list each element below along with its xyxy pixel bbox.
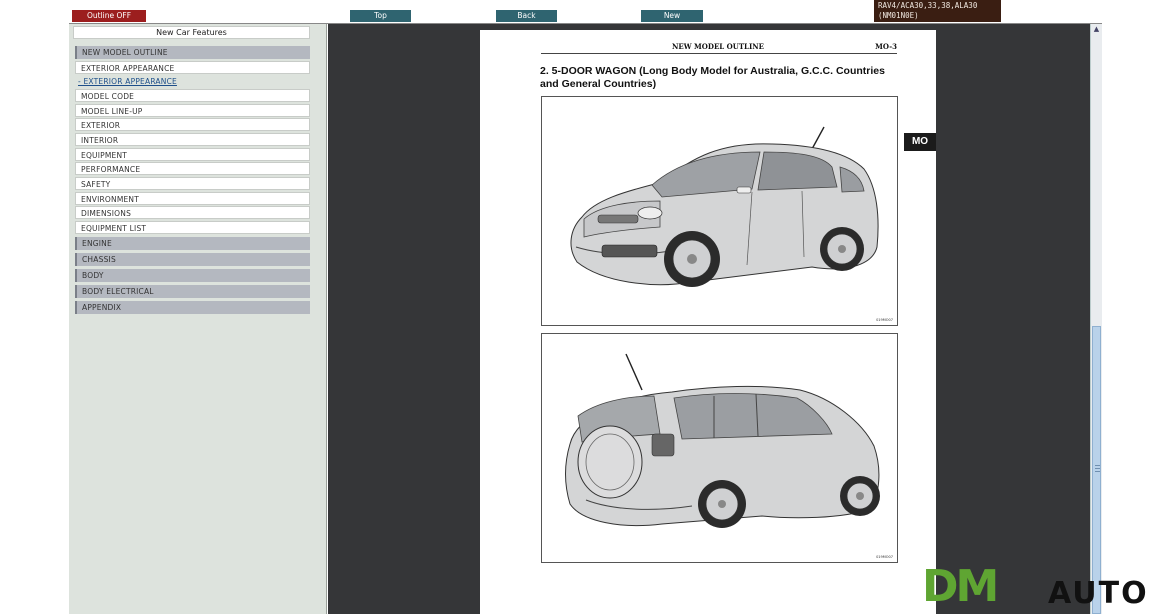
sidebar-item-dimensions[interactable]: DIMENSIONS bbox=[75, 206, 310, 219]
suv-front-illustration bbox=[570, 126, 879, 287]
sidebar-item-exterior[interactable]: EXTERIOR bbox=[75, 118, 310, 131]
app-window: Outline OFF Top Back New RAV4/ACA30,33,3… bbox=[69, 0, 1102, 614]
document-page: NEW MODEL OUTLINE MO-3 2. 5-DOOR WAGON (… bbox=[480, 30, 936, 614]
sidebar-item-exterior-appearance[interactable]: - EXTERIOR APPEARANCE bbox=[75, 75, 310, 88]
figure-code: 019MO07 bbox=[876, 318, 893, 322]
vertical-scrollbar[interactable]: ▲ bbox=[1090, 24, 1102, 614]
sidebar-item-engine[interactable]: ENGINE bbox=[75, 237, 310, 250]
grip-line bbox=[1095, 465, 1100, 466]
sidebar-header: New Car Features bbox=[73, 26, 310, 39]
grip-line bbox=[1095, 468, 1100, 469]
section-tab-mo: MO bbox=[904, 133, 936, 151]
page-header-title: NEW MODEL OUTLINE bbox=[672, 42, 764, 51]
sidebar-item-exterior-appearance[interactable]: EXTERIOR APPEARANCE bbox=[75, 61, 310, 74]
sidebar-item-equipment-list[interactable]: EQUIPMENT LIST bbox=[75, 221, 310, 234]
watermark-logo: DM AUTO bbox=[922, 563, 1162, 613]
sidebar-item-equipment[interactable]: EQUIPMENT bbox=[75, 148, 310, 161]
sidebar-item-chassis[interactable]: CHASSIS bbox=[75, 253, 310, 266]
model-pub-line: (NM01N0E) bbox=[878, 11, 919, 20]
watermark-brand-left: DM bbox=[922, 561, 999, 612]
chevron-up-icon[interactable]: ▲ bbox=[1091, 24, 1102, 35]
page-header: NEW MODEL OUTLINE MO-3 bbox=[541, 42, 897, 54]
sidebar-item-body[interactable]: BODY bbox=[75, 269, 310, 282]
model-code-line: RAV4/ACA30,33,38,ALA30 bbox=[878, 1, 978, 10]
back-button[interactable]: Back bbox=[496, 10, 557, 22]
outline-sidebar: New Car Features NEW MODEL OUTLINE EXTERI… bbox=[69, 24, 327, 614]
sidebar-item-interior[interactable]: INTERIOR bbox=[75, 133, 310, 146]
grip-line bbox=[1095, 471, 1100, 472]
page-number: MO-3 bbox=[875, 42, 897, 51]
top-button[interactable]: Top bbox=[350, 10, 411, 22]
sidebar-item-performance[interactable]: PERFORMANCE bbox=[75, 162, 310, 175]
figure-code: 019MO07 bbox=[876, 555, 893, 559]
figure-front-view: 019MO07 bbox=[541, 96, 898, 326]
document-viewer: NEW MODEL OUTLINE MO-3 2. 5-DOOR WAGON (… bbox=[328, 24, 1090, 614]
top-toolbar: Outline OFF Top Back New RAV4/ACA30,33,3… bbox=[69, 0, 1102, 24]
outline-toggle-button[interactable]: Outline OFF bbox=[72, 10, 146, 22]
sidebar-item-model-code[interactable]: MODEL CODE bbox=[75, 89, 310, 102]
watermark-brand-right: AUTO bbox=[1048, 576, 1149, 611]
figure-rear-view: 019MO07 bbox=[541, 333, 898, 563]
sidebar-item-model-line-up[interactable]: MODEL LINE-UP bbox=[75, 104, 310, 117]
sidebar-item-body-electrical[interactable]: BODY ELECTRICAL bbox=[75, 285, 310, 298]
model-info-box: RAV4/ACA30,33,38,ALA30 (NM01N0E) bbox=[874, 0, 1001, 22]
sidebar-item-new-model-outline[interactable]: NEW MODEL OUTLINE bbox=[75, 46, 310, 59]
sidebar-item-safety[interactable]: SAFETY bbox=[75, 177, 310, 190]
sidebar-item-appendix[interactable]: APPENDIX bbox=[75, 301, 310, 314]
suv-rear-illustration bbox=[565, 353, 880, 528]
new-button[interactable]: New bbox=[641, 10, 703, 22]
section-heading: 2. 5-DOOR WAGON (Long Body Model for Aus… bbox=[540, 65, 885, 90]
sidebar-item-environment[interactable]: ENVIRONMENT bbox=[75, 192, 310, 205]
